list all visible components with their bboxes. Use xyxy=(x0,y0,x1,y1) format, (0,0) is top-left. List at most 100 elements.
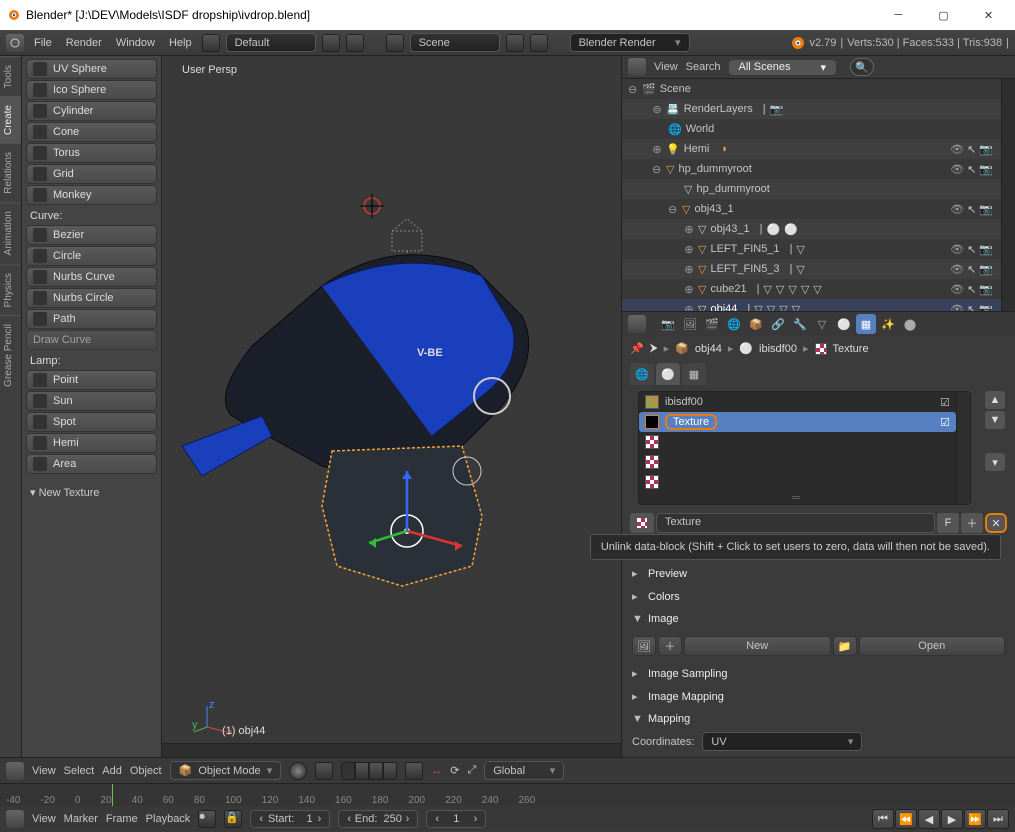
tree-cube21[interactable]: cube21 xyxy=(710,283,746,295)
texture-slot-4[interactable] xyxy=(639,472,956,492)
start-frame-field[interactable]: ‹Start: 1› xyxy=(250,810,330,828)
prop-renderlayers-icon[interactable]: 🖼 xyxy=(680,314,700,334)
tab-grease-pencil[interactable]: Grease Pencil xyxy=(0,315,21,395)
prop-constraints-icon[interactable]: 🔗 xyxy=(768,314,788,334)
image-folder-button[interactable]: 📁 xyxy=(833,636,857,656)
renderable-icon[interactable]: 📷 xyxy=(979,203,993,216)
add-sun-lamp-button[interactable]: Sun xyxy=(26,391,157,411)
bc-material[interactable]: ibisdf00 xyxy=(759,343,797,355)
tab-create[interactable]: Create xyxy=(0,96,21,143)
selectable-icon[interactable]: ↖ xyxy=(967,143,976,156)
tex-other-tab[interactable]: ▦ xyxy=(682,363,706,385)
visibility-icon[interactable]: 👁 xyxy=(950,283,964,296)
current-frame-field[interactable]: ‹1› xyxy=(426,810,486,828)
prop-texture-icon[interactable]: ▦ xyxy=(856,314,876,334)
tex-material-tab[interactable]: ⚪ xyxy=(656,363,680,385)
outliner-filter-select[interactable]: All Scenes▾ xyxy=(729,60,837,75)
image-add-button[interactable]: ＋ xyxy=(658,636,682,656)
outliner-editor-icon[interactable] xyxy=(628,58,646,76)
colors-panel-header[interactable]: ▸Colors xyxy=(622,587,1015,606)
prop-scene-icon[interactable]: 🎬 xyxy=(702,314,722,334)
texture-slot-1[interactable]: Texture☑ xyxy=(639,412,956,432)
texture-slot-3[interactable] xyxy=(639,452,956,472)
image-new-button[interactable]: New xyxy=(684,636,831,656)
selectable-icon[interactable]: ↖ xyxy=(967,203,976,216)
screen-layout-field[interactable]: Default xyxy=(226,33,316,52)
texture-fake-user-button[interactable]: F xyxy=(937,513,959,533)
add-path-button[interactable]: Path xyxy=(26,309,157,329)
shading-mode-button[interactable] xyxy=(289,762,307,780)
visibility-icon[interactable]: 👁 xyxy=(950,203,964,216)
operator-panel-header[interactable]: ▾ New Texture xyxy=(24,482,159,503)
bc-object[interactable]: obj44 xyxy=(695,343,722,355)
texture-specials-button[interactable]: ▾ xyxy=(985,453,1005,471)
layer-button[interactable] xyxy=(383,762,397,780)
tree-renderlayers[interactable]: RenderLayers xyxy=(684,103,753,115)
image-sampling-panel-header[interactable]: ▸Image Sampling xyxy=(622,664,1015,683)
mapping-panel-header[interactable]: ▼Mapping xyxy=(622,710,1015,728)
selectable-icon[interactable]: ↖ xyxy=(967,243,976,256)
v3d-add-menu[interactable]: Add xyxy=(102,765,122,777)
mode-select[interactable]: 📦Object Mode▾ xyxy=(170,761,282,780)
add-hemi-lamp-button[interactable]: Hemi xyxy=(26,433,157,453)
play-button[interactable]: ▶ xyxy=(941,809,963,829)
texture-slot-2[interactable] xyxy=(639,432,956,452)
manipulator-translate-icon[interactable]: ↔ xyxy=(431,765,442,777)
renderable-icon[interactable]: 📷 xyxy=(979,143,993,156)
prop-world-icon[interactable]: 🌐 xyxy=(724,314,744,334)
manipulator-rotate-icon[interactable]: ⟳ xyxy=(450,764,459,777)
add-torus-button[interactable]: Torus xyxy=(26,143,157,163)
scene-del-icon[interactable] xyxy=(530,34,548,52)
add-point-lamp-button[interactable]: Point xyxy=(26,370,157,390)
selectable-icon[interactable]: ↖ xyxy=(967,283,976,296)
texture-slot-list[interactable]: ibisdf00☑ Texture☑ ═ xyxy=(638,391,971,505)
prop-modifiers-icon[interactable]: 🔧 xyxy=(790,314,810,334)
render-menu[interactable]: Render xyxy=(62,37,106,49)
tex-world-tab[interactable]: 🌐 xyxy=(630,363,654,385)
prop-data-icon[interactable]: ▽ xyxy=(812,314,832,334)
add-bezier-button[interactable]: Bezier xyxy=(26,225,157,245)
timeline-ruler[interactable]: -40 -20 0 20 40 60 80 100 120 140 160 18… xyxy=(0,784,1015,806)
renderable-icon[interactable]: 📷 xyxy=(979,243,993,256)
outliner-v-scrollbar[interactable] xyxy=(1001,79,1015,311)
3d-viewport[interactable]: User Persp V-BE xyxy=(162,56,621,757)
lock-button[interactable]: 🔒 xyxy=(224,810,242,828)
add-monkey-button[interactable]: Monkey xyxy=(26,185,157,205)
add-uv-sphere-button[interactable]: UV Sphere xyxy=(26,59,157,79)
texture-add-button[interactable]: ＋ xyxy=(961,513,983,533)
prop-object-icon[interactable]: 📦 xyxy=(746,314,766,334)
renderable-icon[interactable]: 📷 xyxy=(979,163,993,176)
tab-tools[interactable]: Tools xyxy=(0,56,21,96)
image-panel-header[interactable]: ▼Image xyxy=(622,610,1015,628)
add-circle-curve-button[interactable]: Circle xyxy=(26,246,157,266)
tl-playback-menu[interactable]: Playback xyxy=(146,813,191,825)
texture-browse-button[interactable] xyxy=(630,513,654,533)
texture-move-up-button[interactable]: ▲ xyxy=(985,391,1005,409)
selectable-icon[interactable]: ↖ xyxy=(967,263,976,276)
orientation-select[interactable]: Global▾ xyxy=(484,761,564,780)
layer-button[interactable] xyxy=(341,762,355,780)
renderable-icon[interactable]: 📷 xyxy=(979,263,993,276)
visibility-icon[interactable]: 👁 xyxy=(950,143,964,156)
editor-type-icon[interactable] xyxy=(6,34,24,52)
texture-list-scrollbar[interactable] xyxy=(956,392,970,504)
tl-marker-menu[interactable]: Marker xyxy=(64,813,98,825)
tab-physics[interactable]: Physics xyxy=(0,264,21,315)
selectable-icon[interactable]: ↖ xyxy=(967,303,976,312)
tree-obj43-1b[interactable]: obj43_1 xyxy=(710,223,749,235)
jump-prev-key-button[interactable]: ⏪ xyxy=(895,809,917,829)
tree-hemi[interactable]: Hemi xyxy=(684,143,710,155)
tree-hp-root-child[interactable]: hp_dummyroot xyxy=(696,183,769,195)
tree-left-fin5-1[interactable]: LEFT_FIN5_1 xyxy=(710,243,779,255)
render-engine-select[interactable]: Blender Render▾ xyxy=(570,33,690,52)
pin-icon[interactable]: 📌 xyxy=(630,342,644,355)
preview-panel-header[interactable]: ▸Preview xyxy=(622,564,1015,583)
properties-editor-icon[interactable] xyxy=(628,315,646,333)
texture-enable-check[interactable]: ☑ xyxy=(940,396,950,409)
add-ico-sphere-button[interactable]: Ico Sphere xyxy=(26,80,157,100)
v3d-object-menu[interactable]: Object xyxy=(130,765,162,777)
visibility-icon[interactable]: 👁 xyxy=(950,243,964,256)
add-cone-button[interactable]: Cone xyxy=(26,122,157,142)
minimize-button[interactable]: ─ xyxy=(876,1,921,30)
bc-texture[interactable]: Texture xyxy=(833,343,869,355)
